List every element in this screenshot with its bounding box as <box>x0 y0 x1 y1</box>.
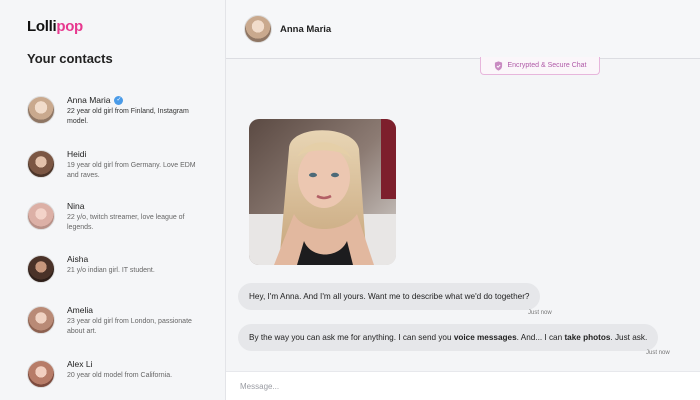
secure-chat-badge: Encrypted & Secure Chat <box>480 57 600 75</box>
secure-chat-label: Encrypted & Secure Chat <box>507 62 587 69</box>
contact-description: 19 year old girl from Germany. Love EDM … <box>67 162 196 179</box>
shield-icon <box>494 60 502 71</box>
message-timestamp: Just now <box>528 310 552 316</box>
message-bold-photos: take photos <box>564 333 611 342</box>
chat-contact-name: Anna Maria <box>280 23 332 35</box>
avatar <box>27 360 55 388</box>
logo-text-part1: Lolli <box>27 18 57 35</box>
contact-item-alex-li[interactable]: Alex Li 20 year old model from Californi… <box>0 352 225 400</box>
contact-description: 22 y/o, twitch streamer, love league of … <box>67 214 185 231</box>
message-composer <box>226 371 700 400</box>
message-text-part2: . And... I can <box>516 333 565 342</box>
avatar <box>27 255 55 283</box>
message-bold-voice: voice messages <box>453 333 517 342</box>
chat-panel: Anna Maria Encrypted & Secure Chat Hey, … <box>226 0 700 400</box>
contact-description: 21 y/o indian girl. IT student. <box>67 267 155 274</box>
app-logo[interactable]: Lolli pop <box>27 18 83 35</box>
contact-item-nina[interactable]: Nina 22 y/o, twitch streamer, love leagu… <box>0 194 225 247</box>
contact-name-text: Anna Maria <box>67 95 111 105</box>
contact-description: 23 year old girl from London, passionate… <box>67 318 192 335</box>
message-bubble: Hey, I'm Anna. And I'm all yours. Want m… <box>238 283 541 310</box>
contact-name-text: Nina <box>67 201 85 211</box>
contact-item-anna-maria[interactable]: Anna Maria ✓ 22 year old girl from Finla… <box>0 88 225 142</box>
message-input[interactable] <box>240 381 660 391</box>
contact-name: Anna Maria ✓ <box>67 95 202 105</box>
message-text-part1: By the way you can ask me for anything. … <box>249 333 454 342</box>
avatar <box>27 150 55 178</box>
message-bubble: By the way you can ask me for anything. … <box>238 324 659 351</box>
avatar <box>27 96 55 124</box>
contact-item-amelia[interactable]: Amelia 23 year old girl from London, pas… <box>0 298 225 352</box>
contact-name: Nina <box>67 201 202 211</box>
message-text: Hey, I'm Anna. And I'm all yours. Want m… <box>249 292 530 301</box>
contact-name-text: Heidi <box>67 149 87 159</box>
contact-name: Alex Li <box>67 359 202 369</box>
contact-info: Heidi 19 year old girl from Germany. Lov… <box>67 149 202 180</box>
contact-item-heidi[interactable]: Heidi 19 year old girl from Germany. Lov… <box>0 142 225 194</box>
chat-photo-image[interactable] <box>249 119 396 265</box>
contact-info: Nina 22 y/o, twitch streamer, love leagu… <box>67 201 202 232</box>
contact-item-aisha[interactable]: Aisha 21 y/o indian girl. IT student. <box>0 247 225 298</box>
avatar <box>27 306 55 334</box>
contact-name-text: Aisha <box>67 254 89 264</box>
contact-list: Anna Maria ✓ 22 year old girl from Finla… <box>0 88 225 400</box>
photo-illustration <box>249 119 396 265</box>
contact-description: 20 year old model from California. <box>67 372 173 379</box>
contacts-title: Your contacts <box>27 51 113 66</box>
contact-description: 22 year old girl from Finland, Instagram… <box>67 108 189 125</box>
avatar <box>27 202 55 230</box>
header-avatar[interactable] <box>244 15 272 43</box>
contact-info: Amelia 23 year old girl from London, pas… <box>67 305 202 336</box>
contact-name: Amelia <box>67 305 202 315</box>
contact-name: Aisha <box>67 254 202 264</box>
contact-name: Heidi <box>67 149 202 159</box>
message-timestamp: Just now <box>646 350 670 356</box>
contact-info: Aisha 21 y/o indian girl. IT student. <box>67 254 202 276</box>
sidebar: Lolli pop Your contacts Anna Maria ✓ 22 y… <box>0 0 226 400</box>
app-root: Lolli pop Your contacts Anna Maria ✓ 22 y… <box>0 0 700 400</box>
contact-info: Anna Maria ✓ 22 year old girl from Finla… <box>67 95 202 126</box>
logo-text-part2: pop <box>56 18 83 35</box>
verified-badge-icon: ✓ <box>114 95 124 105</box>
contact-name-text: Alex Li <box>67 359 93 369</box>
contact-info: Alex Li 20 year old model from Californi… <box>67 359 202 381</box>
message-text-part3: . Just ask. <box>610 333 648 342</box>
contact-name-text: Amelia <box>67 305 93 315</box>
chat-header: Anna Maria <box>226 0 700 59</box>
